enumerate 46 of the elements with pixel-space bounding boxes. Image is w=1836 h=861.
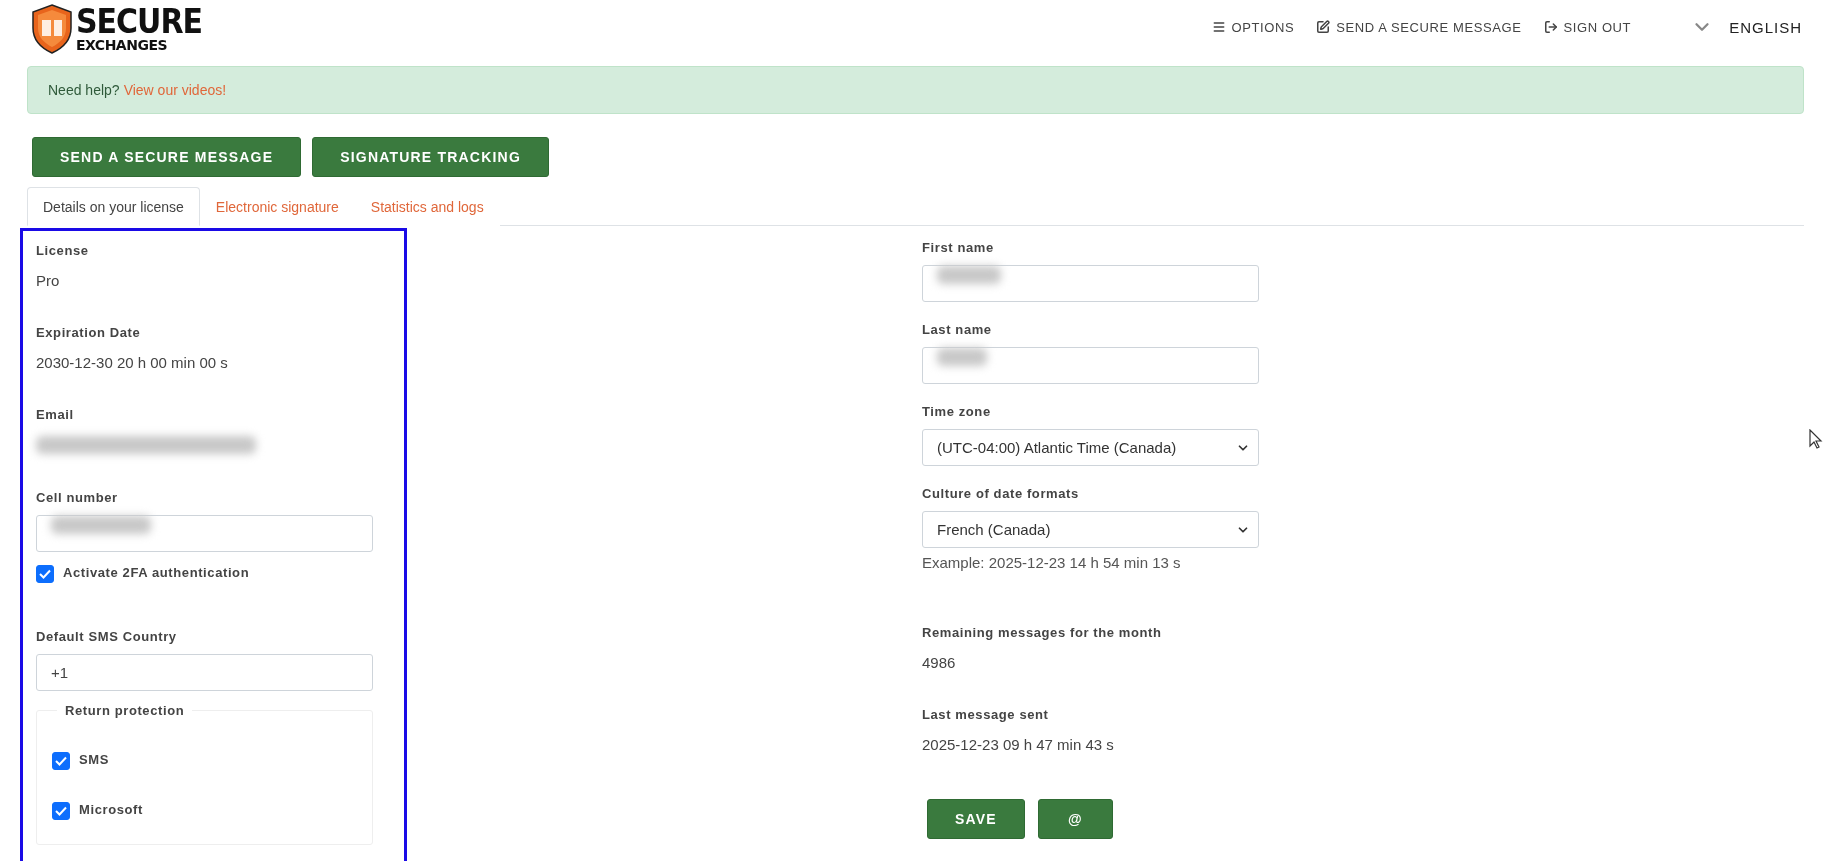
checkbox-label: SMS	[79, 752, 109, 767]
field-value: 4986	[922, 654, 956, 671]
menu-icon	[1211, 20, 1226, 34]
checkbox-label: Microsoft	[79, 802, 143, 817]
field-label: Cell number	[36, 490, 118, 505]
logo-text: SECURE	[76, 3, 203, 39]
field-label: Email	[36, 407, 74, 422]
action-button[interactable]: SEND A SECURE MESSAGE	[32, 137, 302, 177]
sign-out-icon	[1543, 20, 1558, 34]
checkbox-label: Activate 2FA authentication	[63, 565, 250, 580]
nav-link[interactable]: OPTIONS	[1211, 19, 1295, 35]
fieldset-legend: Return protection	[57, 703, 193, 718]
tab[interactable]: Details on your license	[27, 187, 200, 226]
time-zone-select[interactable]: (UTC-04:00) Atlantic Time (Canada)	[922, 429, 1259, 466]
checkbox[interactable]	[36, 565, 54, 583]
cursor-icon	[1809, 429, 1823, 449]
input-field[interactable]: +1	[36, 654, 373, 691]
action-button[interactable]: SIGNATURE TRACKING	[312, 137, 549, 177]
input-field[interactable]	[36, 515, 373, 552]
help-text: Need help?	[48, 82, 120, 98]
field-value: Pro	[36, 272, 60, 289]
shield-logo-icon	[32, 4, 72, 54]
logo-text: EXCHANGES	[76, 38, 169, 52]
date-format-select[interactable]: French (Canada)	[922, 511, 1259, 548]
field-value: 2030-12-30 20 h 00 min 00 s	[36, 354, 228, 371]
field-label: Last name	[922, 322, 992, 337]
checkbox[interactable]	[52, 752, 70, 770]
language-selector[interactable]: ENGLISH	[1729, 18, 1802, 36]
field-label: First name	[922, 240, 994, 255]
field-label: License	[36, 243, 89, 258]
format-example: Example: 2025-12-23 14 h 54 min 13 s	[922, 554, 1182, 571]
checkbox[interactable]	[52, 802, 70, 820]
email-button[interactable]: @	[1037, 799, 1113, 839]
field-label: Remaining messages for the month	[922, 625, 1162, 640]
nav-link[interactable]: SIGN OUT	[1543, 19, 1632, 35]
field-label: Culture of date formats	[922, 486, 1079, 501]
field-label: Last message sent	[922, 707, 1049, 722]
input-field[interactable]	[922, 347, 1259, 384]
nav-link[interactable]: SEND A SECURE MESSAGE	[1316, 19, 1522, 35]
field-label: Expiration Date	[36, 325, 141, 340]
field-label: Time zone	[922, 404, 991, 419]
save-button[interactable]: SAVE	[927, 799, 1025, 839]
field-label: Default SMS Country	[36, 629, 177, 644]
edit-icon	[1316, 20, 1331, 34]
input-field[interactable]	[922, 265, 1259, 302]
field-value: 2025-12-23 09 h 47 min 43 s	[922, 736, 1114, 753]
